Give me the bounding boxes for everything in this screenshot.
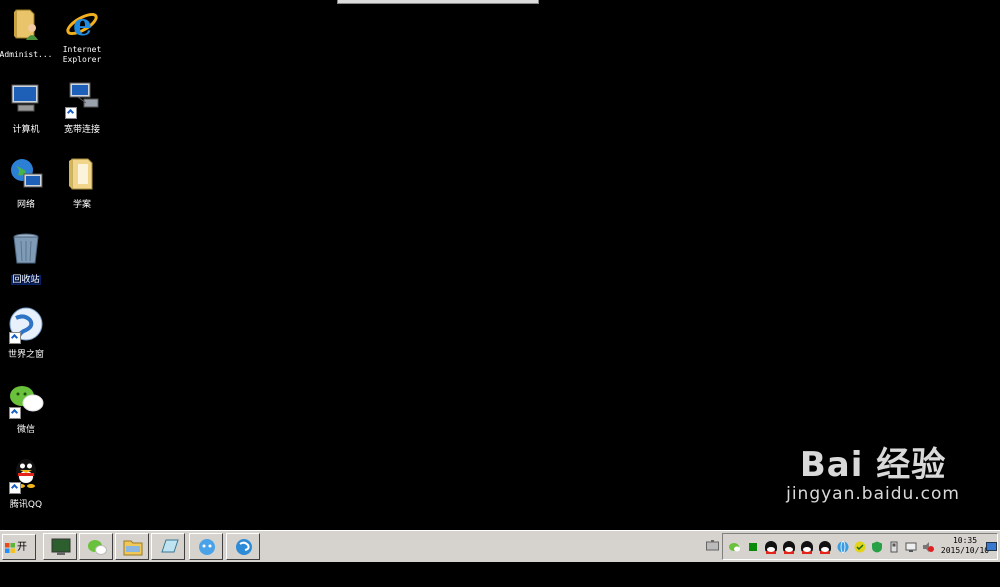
start-label: 开始 [17, 542, 27, 579]
internet-explorer-icon: e [64, 6, 100, 43]
popup-window-edge [337, 0, 539, 4]
quick-launch-browser-360[interactable] [226, 533, 260, 560]
usb-tray-icon[interactable] [888, 541, 900, 553]
watermark-brand: Bai 经验 [799, 445, 947, 485]
desktop-icon-wechat[interactable]: 微信 [0, 381, 55, 436]
desktop-icon-label: 腾讯QQ [9, 500, 43, 510]
quick-launch-wechat[interactable] [79, 533, 113, 560]
system-tray: 10:35 2015/10/10 [722, 533, 998, 560]
baidu-jingyan-watermark: Bai 经验 jingyan.baidu.com [786, 437, 960, 504]
watermark-url: jingyan.baidu.com [786, 484, 960, 504]
shortcut-arrow-icon [9, 332, 21, 344]
network-globe-tray-icon[interactable] [837, 541, 849, 553]
desktop-icon-label: 网络 [16, 200, 35, 210]
computer-icon [8, 81, 44, 117]
browser-360-icon [236, 539, 252, 555]
wechat-tray-icon[interactable] [729, 541, 741, 553]
yellow-shield-tray-icon[interactable] [854, 541, 866, 553]
clock-date: 2015/10/10 [940, 546, 990, 555]
svg-text:e: e [73, 8, 92, 42]
desktop-icon-folder[interactable]: 学案 [53, 156, 111, 211]
desktop-icon-world-window[interactable]: 世界之窗 [0, 306, 55, 361]
shortcut-arrow-icon [9, 407, 21, 419]
desktop-icon-label: Internet Explorer [62, 45, 102, 64]
file-explorer-icon [123, 540, 143, 556]
desktop-icon-label: 微信 [16, 425, 35, 435]
show-desktop-corner-icon[interactable] [986, 542, 997, 551]
keyboard-icon[interactable] [706, 540, 719, 551]
world-window-browser-icon [8, 306, 44, 344]
folder-icon [64, 156, 100, 192]
desktop-icon-label: 计算机 [12, 125, 40, 135]
desktop-icon-label: Administ... [0, 50, 53, 59]
qq-tray-icon[interactable] [801, 541, 813, 554]
desktop-icon-label: 宽带连接 [63, 125, 100, 135]
network-icon [8, 156, 44, 192]
desktop-icon-label: 学案 [72, 200, 91, 210]
desktop-icon-broadband-connection[interactable]: 宽带连接 [53, 81, 111, 136]
desktop-icon-qq[interactable]: 腾讯QQ [0, 456, 55, 511]
desktop-icon-internet-explorer[interactable]: e Internet Explorer [53, 6, 111, 66]
start-button[interactable]: 开始 [2, 534, 36, 579]
taskbar: 开始 10:35 2015/10/10 [0, 530, 1000, 579]
green-square-tray-icon[interactable] [747, 541, 759, 553]
broadband-connection-icon [64, 81, 100, 119]
security-shield-tray-icon[interactable] [871, 541, 883, 553]
quick-launch-file-explorer[interactable] [115, 533, 149, 560]
display-tray-icon[interactable] [905, 541, 917, 553]
quick-launch-show-desktop[interactable] [43, 533, 77, 560]
user-folder-icon [8, 6, 44, 42]
qq-tray-icon[interactable] [765, 541, 777, 554]
shortcut-arrow-icon [9, 482, 21, 494]
desktop-icon-computer[interactable]: 计算机 [0, 81, 55, 136]
recycle-bin-icon [8, 231, 44, 267]
desktop-icon-network[interactable]: 网络 [0, 156, 55, 211]
desktop-icon-label: 回收站 [11, 275, 41, 285]
desktop: Administ... e Internet Explorer 计算机 宽带连接… [0, 0, 1000, 530]
qq-tray-icon[interactable] [819, 541, 831, 554]
quick-launch-qq-browser[interactable] [189, 533, 223, 560]
qq-tray-icon[interactable] [783, 541, 795, 554]
windows-logo-icon [5, 543, 15, 553]
qq-penguin-icon [8, 456, 44, 494]
quick-launch-notepad[interactable] [151, 533, 185, 560]
show-desktop-icon [51, 538, 71, 555]
wechat-icon [8, 381, 44, 419]
taskbar-clock[interactable]: 10:35 2015/10/10 [939, 536, 991, 556]
desktop-icon-recycle-bin[interactable]: 回收站 [0, 231, 55, 286]
qq-browser-icon [199, 539, 215, 555]
shortcut-arrow-icon [65, 107, 77, 119]
desktop-icon-label: 世界之窗 [7, 350, 44, 360]
desktop-icon-administrator[interactable]: Administ... [0, 6, 55, 61]
notepad-icon [161, 539, 179, 553]
volume-muted-tray-icon[interactable] [922, 541, 934, 553]
wechat-icon [88, 540, 107, 555]
clock-time: 10:35 [952, 536, 978, 545]
